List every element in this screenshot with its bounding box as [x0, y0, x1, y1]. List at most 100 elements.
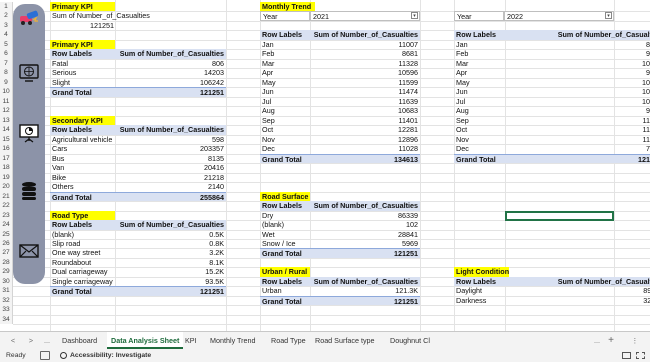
tab-road-surface-type[interactable]: Road Surface type — [311, 332, 379, 349]
road-type-row-value[interactable]: 93.5K — [115, 277, 226, 286]
road-surface-row-value[interactable]: 86339 — [310, 211, 420, 220]
monthly-2021-row-value[interactable]: 11474 — [310, 87, 420, 96]
row-header[interactable]: 27 — [0, 248, 13, 258]
primary-kpi-value[interactable]: 121251 — [50, 21, 116, 30]
road-type-row-label[interactable]: Dual carriageway — [50, 267, 115, 276]
monthly-2022-row-label[interactable]: Nov — [454, 135, 504, 144]
urban-rural-row-value[interactable]: 121.3K — [310, 286, 420, 295]
road-type-row-value[interactable]: 8.1K — [115, 258, 226, 267]
urban-rural-grand-total-value[interactable]: 121251 — [310, 295, 420, 306]
tab-data-analysis-sheet[interactable]: Data Analysis Sheet — [107, 332, 184, 349]
road-type-row-label[interactable]: Roundabout — [50, 258, 115, 267]
tab-options-icon[interactable]: ⋮ — [630, 332, 640, 349]
severity-row-value[interactable]: 106242 — [115, 78, 226, 87]
urban-rural-grand-total-label[interactable]: Grand Total — [260, 295, 310, 306]
monthly-2021-row-label[interactable]: Sep — [260, 116, 310, 125]
row-header[interactable]: 10 — [0, 87, 13, 97]
monthly-2021-row-value[interactable]: 11028 — [310, 144, 420, 153]
monthly-2022-grand-total-value[interactable]: 121251 — [504, 153, 650, 164]
monthly-2021-row-value[interactable]: 10596 — [310, 68, 420, 77]
monthly-2022-row-label[interactable]: Jan — [454, 40, 504, 49]
row-header[interactable]: 23 — [0, 210, 13, 221]
road-surface-grand-total-label[interactable]: Grand Total — [260, 248, 310, 258]
tab-scroll-left-icon[interactable]: < — [8, 332, 18, 349]
tab-scroll-right-icon[interactable]: > — [26, 332, 36, 349]
database-icon[interactable] — [18, 180, 40, 202]
severity-grand-total-label[interactable]: Grand Total — [50, 87, 115, 97]
monthly-2021-row-value[interactable]: 11639 — [310, 97, 420, 106]
row-header[interactable]: 13 — [0, 115, 13, 126]
monthly-2021-row-label[interactable]: Nov — [260, 135, 310, 144]
active-cell-selection[interactable] — [505, 210, 614, 222]
primary-kpi-label[interactable]: Sum of Number_of_Casualties — [50, 11, 170, 20]
road-type-row-value[interactable]: 0.8K — [115, 239, 226, 248]
road-type-row-label[interactable]: (blank) — [50, 230, 115, 239]
monthly-2021-row-label[interactable]: Feb — [260, 49, 310, 58]
vehicle-row-value[interactable]: 20416 — [115, 163, 226, 172]
vehicle-row-label[interactable]: Bus — [50, 154, 115, 163]
monthly-2021-row-label[interactable]: Jan — [260, 40, 310, 49]
road-surface-row-value[interactable]: 102 — [310, 220, 420, 229]
row-header[interactable]: 4 — [0, 30, 13, 40]
road-type-row-label[interactable]: Single carriageway — [50, 277, 115, 286]
severity-row-label[interactable]: Serious — [50, 68, 115, 77]
macro-record-icon[interactable] — [40, 351, 50, 360]
urban-rural-row-label[interactable]: Urban — [260, 286, 310, 295]
monthly-2022-grand-total-label[interactable]: Grand Total — [454, 153, 504, 164]
normal-view-icon[interactable] — [622, 352, 631, 359]
monthly-2022-header-value[interactable]: Sum of Number_of_Casualties — [504, 30, 650, 40]
light-condition-row-value[interactable]: 89.3K — [504, 286, 650, 295]
monthly-2022-row-label[interactable]: Apr — [454, 68, 504, 77]
monthly-2021-row-value[interactable]: 11328 — [310, 59, 420, 68]
row-header[interactable]: 12 — [0, 106, 13, 116]
row-header[interactable]: 15 — [0, 134, 13, 145]
monthly-2021-row-value[interactable]: 11401 — [310, 116, 420, 125]
monthly-2022-row-value[interactable]: 11643 — [504, 135, 650, 144]
monthly-2021-row-label[interactable]: May — [260, 78, 310, 87]
road-surface-header-label[interactable]: Row Labels — [260, 201, 310, 211]
road-surface-row-label[interactable]: Wet — [260, 230, 310, 239]
light-condition-row-value[interactable]: 32.0K — [504, 296, 650, 305]
monthly-2021-row-value[interactable]: 10683 — [310, 106, 420, 115]
light-condition-header-value[interactable]: Sum of Number_of_Casualties — [504, 276, 650, 287]
road-surface-row-label[interactable]: Dry — [260, 211, 310, 220]
monthly-2021-row-value[interactable]: 8681 — [310, 49, 420, 58]
road-surface-title[interactable]: Road Surface — [260, 191, 310, 202]
vehicle-row-value[interactable]: 8135 — [115, 154, 226, 163]
primary-kpi-title[interactable]: Primary KPI — [50, 2, 115, 12]
monthly-2022-row-label[interactable]: Oct — [454, 125, 504, 134]
tab-more-left[interactable]: ... — [42, 332, 52, 349]
tab-road-type[interactable]: Road Type — [267, 332, 310, 349]
monthly-2021-row-value[interactable]: 11599 — [310, 78, 420, 87]
year-filter-value-2022[interactable]: 2022 — [504, 11, 614, 21]
filter-icon[interactable]: ▾ — [605, 12, 612, 20]
severity-title[interactable]: Primary KPI — [50, 39, 115, 50]
mail-icon[interactable] — [18, 240, 40, 262]
vehicle-row-label[interactable]: Cars — [50, 144, 115, 153]
monthly-2022-row-value[interactable]: 8041 — [504, 40, 650, 49]
light-condition-row-label[interactable]: Daylight — [454, 286, 504, 295]
row-header[interactable]: 11 — [0, 96, 13, 107]
presentation-chart-icon[interactable] — [18, 122, 40, 144]
road-type-header-label[interactable]: Row Labels — [50, 220, 115, 230]
year-filter-value-2021[interactable]: 2021 — [310, 11, 420, 21]
road-type-row-label[interactable]: Slip road — [50, 239, 115, 248]
row-header[interactable]: 19 — [0, 172, 13, 183]
monthly-2021-grand-total-value[interactable]: 134613 — [310, 153, 420, 164]
vehicle-row-label[interactable]: Bike — [50, 173, 115, 182]
road-surface-row-label[interactable]: Snow / Ice — [260, 239, 310, 248]
vehicle-row-value[interactable]: 203357 — [115, 144, 226, 153]
road-surface-row-label[interactable]: (blank) — [260, 220, 310, 229]
tab-doughnut-cl[interactable]: Doughnut Cl — [386, 332, 434, 349]
severity-row-label[interactable]: Slight — [50, 78, 115, 87]
severity-grand-total-value[interactable]: 121251 — [115, 87, 226, 97]
vehicle-row-label[interactable]: Others — [50, 182, 115, 191]
row-header[interactable]: 21 — [0, 191, 13, 202]
monthly-2021-header-value[interactable]: Sum of Number_of_Casualties — [310, 30, 420, 40]
row-header[interactable]: 1 — [0, 2, 13, 12]
severity-row-label[interactable]: Fatal — [50, 59, 115, 68]
row-header[interactable]: 22 — [0, 201, 13, 211]
vehicle-header-label[interactable]: Row Labels — [50, 125, 115, 135]
monthly-2022-row-value[interactable]: 9142 — [504, 49, 650, 58]
row-header[interactable]: 5 — [0, 39, 13, 50]
